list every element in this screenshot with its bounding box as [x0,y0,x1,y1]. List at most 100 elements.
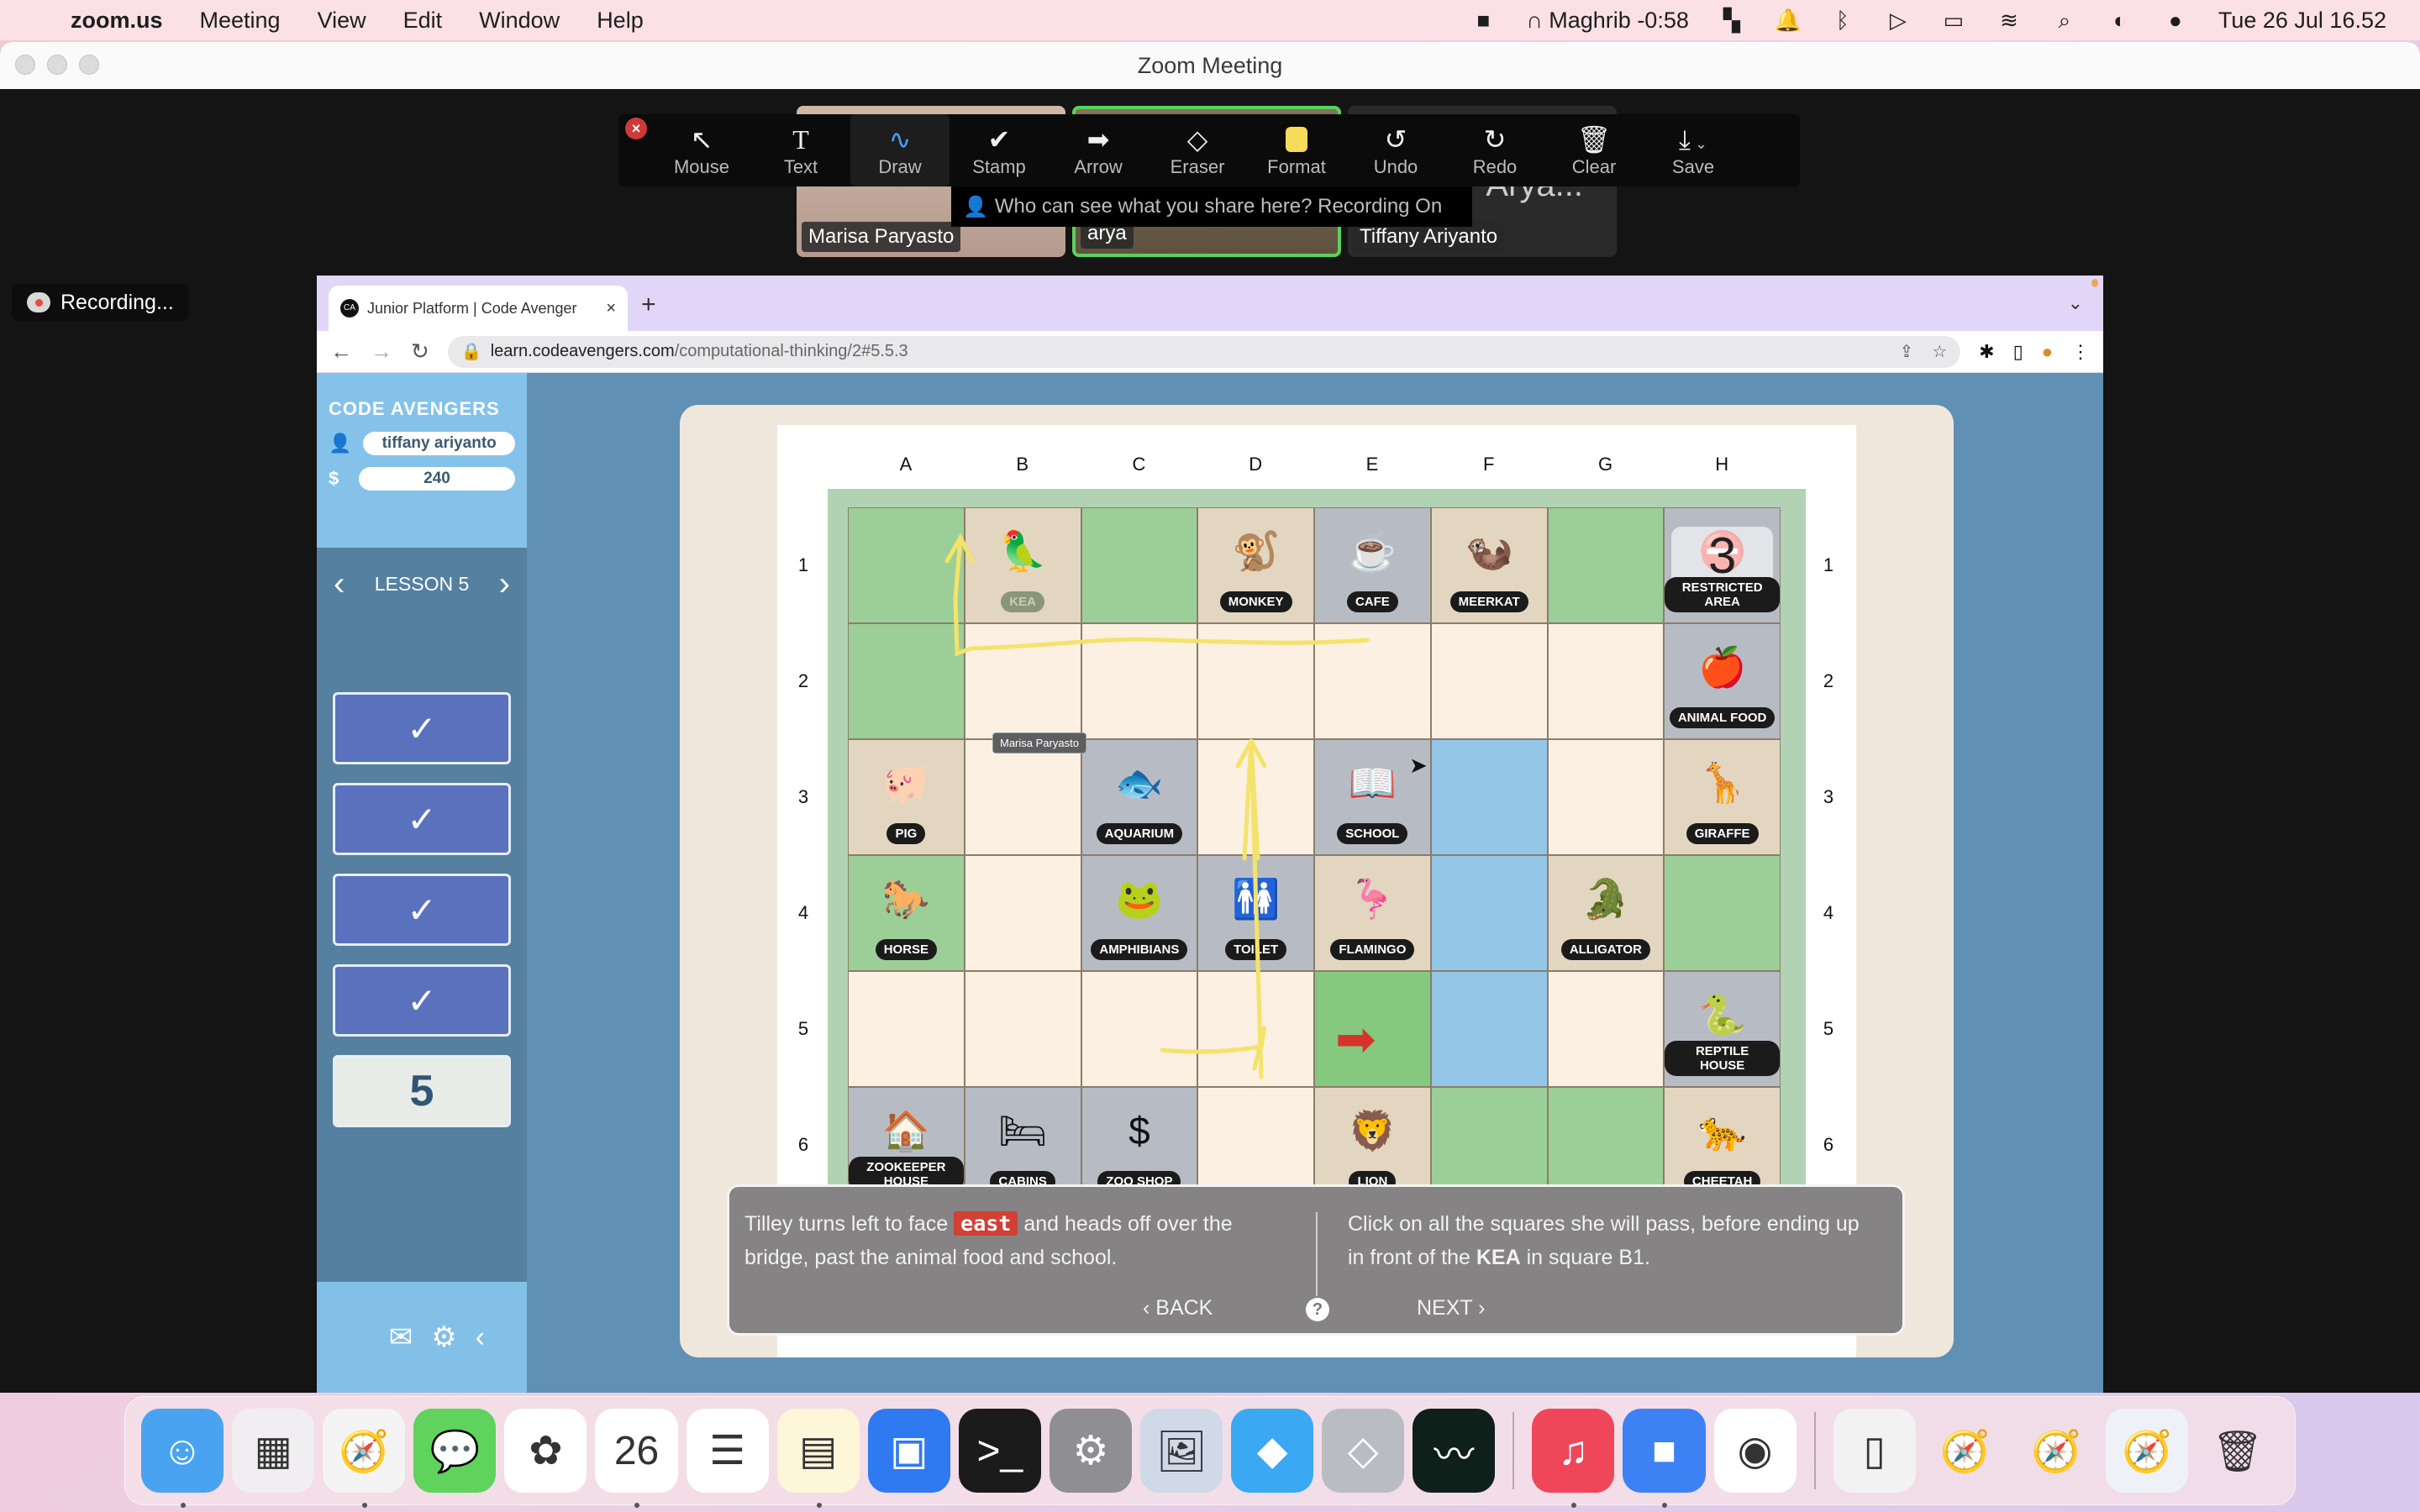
photos-icon[interactable]: ✿ [504,1409,587,1493]
map-cell-D3[interactable] [1197,739,1314,855]
map-cell-H4[interactable] [1664,855,1781,971]
close-window-button[interactable] [15,55,35,75]
system-preferences-icon[interactable]: ⚙ [1049,1409,1133,1493]
spotlight-search-icon[interactable]: ⌕ [2052,8,2077,33]
map-cell-F5[interactable] [1430,971,1548,1087]
keynote-icon[interactable]: ▣ [867,1409,950,1493]
map-cell-A1[interactable] [848,507,965,623]
menu-edit[interactable]: Edit [403,8,443,34]
mail-icon[interactable]: ✉ [389,1320,413,1354]
tab-search-chevron-icon[interactable]: ⌄ [2068,292,2083,314]
side-panel-icon[interactable]: ▯ [2013,341,2023,363]
collapse-sidebar-chevron-icon[interactable]: ‹ [476,1321,485,1354]
map-cell-C2[interactable] [1081,623,1198,739]
menu-app-name[interactable]: zoom.us [71,8,163,34]
map-cell-D2[interactable] [1197,623,1314,739]
tool-stamp[interactable]: ✔ Stamp [950,114,1049,186]
map-cell-G1[interactable] [1547,507,1665,623]
safari-window-icon[interactable]: 🧭 [1924,1409,2007,1493]
lesson-step-thumbnail-current[interactable]: 5 [333,1055,511,1127]
new-tab-button[interactable]: + [641,291,656,319]
map-cell-G2[interactable] [1547,623,1665,739]
launchpad-icon[interactable]: ▦ [232,1409,315,1493]
terminal-icon[interactable]: >_ [958,1409,1041,1493]
map-cell-C5[interactable] [1081,971,1198,1087]
bluetooth-icon[interactable]: ᛒ [1830,8,1855,33]
map-cell-A5[interactable] [848,971,965,1087]
map-cell-F1[interactable]: 🦦 MEERKAT [1430,507,1548,623]
tool-clear[interactable]: 🗑 Clear [1544,114,1644,186]
map-cell-C1[interactable] [1081,507,1198,623]
map-cell-B3[interactable] [964,739,1081,855]
prayer-time-status[interactable]: ∩ Maghrib -0:58 [1526,8,1689,34]
finder-icon[interactable]: ☺ [141,1409,224,1508]
map-cell-F4[interactable] [1430,855,1548,971]
notes-icon[interactable]: ▤ [776,1409,860,1508]
play-icon[interactable]: ▷ [1886,8,1911,33]
map-cell-B1[interactable]: 🦜 KEA [964,507,1081,623]
back-arrow-icon[interactable]: ← [330,339,352,365]
extensions-puzzle-icon[interactable]: ✱ [1979,341,1994,363]
preview-icon[interactable]: 🖼 [1140,1409,1223,1493]
share-visibility-notice[interactable]: 👤 Who can see what you share here? Recor… [951,186,1472,227]
lesson-step-thumbnail[interactable]: ✓ [333,964,511,1037]
map-cell-D5[interactable] [1197,971,1314,1087]
trash-icon[interactable]: 🗑 [2196,1409,2279,1493]
map-cell-H2[interactable]: 🍎 ANIMAL FOOD [1664,623,1781,739]
lesson-step-thumbnail[interactable]: ✓ [333,783,511,855]
safari-window-icon[interactable]: 🧭 [2105,1409,2188,1493]
zoom-status-icon[interactable]: ■ [1470,8,1496,33]
profile-avatar-icon[interactable]: ● [2042,341,2053,363]
activity-monitor-icon[interactable]: 〰 [1413,1409,1496,1493]
map-cell-G3[interactable] [1547,739,1665,855]
battery-icon[interactable]: ▭ [1941,8,1966,33]
windows-app-icon[interactable]: ◆ [1231,1409,1314,1493]
menu-meeting[interactable]: Meeting [200,8,281,34]
next-lesson-chevron-icon[interactable]: › [499,567,510,601]
menu-view[interactable]: View [318,8,366,34]
tool-text[interactable]: T Text [751,114,850,186]
chevron-down-icon[interactable]: ⌄ [1691,135,1707,152]
minimize-window-button[interactable] [47,55,67,75]
map-cell-B4[interactable] [964,855,1081,971]
address-bar[interactable]: 🔒 learn.codeavengers.com/computational-t… [447,335,1961,368]
menu-window[interactable]: Window [479,8,560,34]
map-cell-H3[interactable]: 🦒 GIRAFFE [1664,739,1781,855]
map-cell-C4[interactable]: 🐸 AMPHIBIANS [1081,855,1198,971]
next-button[interactable]: NEXT › [1417,1296,1486,1320]
window-manager-icon[interactable]: ▚ [1719,8,1744,33]
lesson-step-thumbnail[interactable]: ✓ [333,692,511,764]
close-tab-icon[interactable]: × [606,299,616,318]
map-cell-E1[interactable]: ☕ CAFE [1314,507,1431,623]
tool-undo[interactable]: ↺ Undo [1346,114,1445,186]
map-cell-E2[interactable] [1314,623,1431,739]
tool-eraser[interactable]: ◇ Eraser [1148,114,1247,186]
zoom-icon[interactable]: ■ [1623,1409,1706,1508]
tool-mouse[interactable]: ↖ Mouse [652,114,751,186]
map-cell-B2[interactable] [964,623,1081,739]
control-center-icon[interactable]: ◐ [2107,8,2133,33]
chrome-icon[interactable]: ◉ [1713,1409,1797,1493]
wifi-icon[interactable]: ≋ [1996,8,2022,33]
tool-redo[interactable]: ↻ Redo [1445,114,1544,186]
map-cell-H5[interactable]: 🐍 REPTILE HOUSE [1664,971,1781,1087]
back-button[interactable]: ‹ BACK [1143,1296,1213,1320]
bookmark-star-icon[interactable]: ☆ [1932,341,1947,362]
map-cell-D1[interactable]: 🐒 MONKEY [1197,507,1314,623]
safari-window-icon[interactable]: 🧭 [2015,1409,2097,1493]
map-cell-A4[interactable]: 🐎 HORSE [848,855,965,971]
tool-format[interactable]: Format [1247,114,1346,186]
zoom-window-button[interactable] [79,55,99,75]
recording-indicator[interactable]: Recording... [12,284,189,321]
tool-arrow[interactable]: ➡ Arrow [1049,114,1148,186]
map-cell-B5[interactable] [964,971,1081,1087]
help-button[interactable]: ? [1306,1298,1329,1321]
notification-bell-icon[interactable]: 🔔 [1775,8,1802,33]
tool-draw[interactable]: ∿ Draw [850,114,950,186]
map-cell-G4[interactable]: 🐊 ALLIGATOR [1547,855,1665,971]
map-cell-H1[interactable]: ⛔3RESTRICTED AREA [1664,507,1781,623]
previous-lesson-chevron-icon[interactable]: ‹ [334,567,345,601]
menubar-clock[interactable]: Tue 26 Jul 16.52 [2218,8,2386,34]
browser-tab[interactable]: CA Junior Platform | Code Avenger × [329,286,628,331]
close-annotation-toolbar-button[interactable]: × [625,118,647,139]
